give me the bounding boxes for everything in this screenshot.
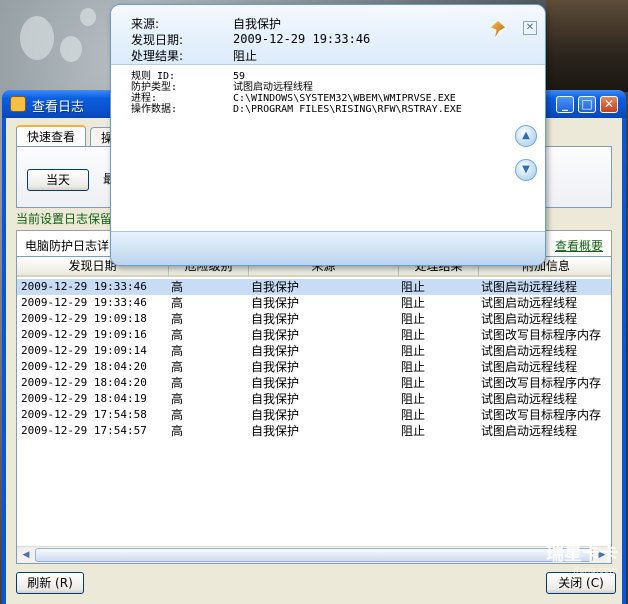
table-row[interactable]: 2009-12-29 17:54:57 高 自我保护 阻止 试图启动远程线程	[17, 423, 611, 439]
cell-source: 自我保护	[251, 328, 300, 342]
rule-id-label: 规则 ID:	[131, 71, 176, 82]
cell-extra-info: 试图启动远程线程	[481, 360, 578, 374]
cell-extra-info: 试图启动远程线程	[481, 392, 578, 406]
cell-risk-level: 高	[171, 360, 184, 374]
cell-date: 2009-12-29 19:09:16	[21, 328, 147, 341]
cell-source: 自我保护	[251, 408, 300, 422]
cell-result: 阻止	[401, 328, 426, 342]
operation-data-label: 操作数据:	[131, 104, 178, 115]
table-row[interactable]: 2009-12-29 19:33:46 高 自我保护 阻止 试图启动远程线程	[17, 279, 611, 295]
table-row[interactable]: 2009-12-29 19:09:14 高 自我保护 阻止 试图启动远程线程	[17, 343, 611, 359]
chevron-down-icon[interactable]: ▼	[515, 159, 537, 181]
cell-date: 2009-12-29 19:33:46	[21, 296, 147, 309]
source-label: 来源:	[131, 17, 160, 31]
window-title: 查看日志	[32, 100, 85, 115]
cell-risk-level: 高	[171, 296, 184, 310]
cell-extra-info: 试图改写目标程序内存	[481, 328, 602, 342]
wallpaper-right-area	[546, 0, 628, 92]
cell-extra-info: 试图启动远程线程	[481, 312, 578, 326]
cell-risk-level: 高	[171, 344, 184, 358]
cell-source: 自我保护	[251, 280, 300, 294]
rule-id-value: 59	[233, 71, 246, 82]
cell-result: 阻止	[401, 296, 426, 310]
operation-data-value: D:\PROGRAM FILES\RISING\RFW\RSTRAY.EXE	[233, 104, 462, 115]
table-row[interactable]: 2009-12-29 17:54:58 高 自我保护 阻止 试图改写目标程序内存	[17, 407, 611, 423]
table-row[interactable]: 2009-12-29 18:04:20 高 自我保护 阻止 试图启动远程线程	[17, 359, 611, 375]
watermark-sub: ifeng.com	[573, 566, 618, 576]
cell-result: 阻止	[401, 392, 426, 406]
scroll-left-icon[interactable]: ◀	[19, 549, 33, 562]
protection-type-value: 试图启动远程线程	[233, 82, 313, 93]
cell-result: 阻止	[401, 360, 426, 374]
chevron-up-icon[interactable]: ▲	[515, 125, 537, 147]
today-button[interactable]: 当天	[27, 169, 89, 191]
cell-date: 2009-12-29 18:04:20	[21, 360, 147, 373]
cell-result: 阻止	[401, 280, 426, 294]
tab-quick-view[interactable]: 快速查看	[16, 125, 87, 147]
date-value: 2009-12-29 19:33:46	[233, 32, 371, 46]
cell-result: 阻止	[401, 424, 426, 438]
table-row[interactable]: 2009-12-29 18:04:19 高 自我保护 阻止 试图启动远程线程	[17, 391, 611, 407]
cell-source: 自我保护	[251, 424, 300, 438]
source-value: 自我保护	[233, 17, 282, 31]
cell-risk-level: 高	[171, 328, 184, 342]
cell-risk-level: 高	[171, 376, 184, 390]
log-detail-popup: 来源: 自我保护 发现日期: 2009-12-29 19:33:46 处理结果:…	[110, 4, 546, 266]
cell-extra-info: 试图启动远程线程	[481, 424, 578, 438]
cell-date: 2009-12-29 19:33:46	[21, 280, 147, 293]
cell-date: 2009-12-29 17:54:57	[21, 424, 147, 437]
table-row[interactable]: 2009-12-29 19:09:16 高 自我保护 阻止 试图改写目标程序内存	[17, 327, 611, 343]
pin-icon[interactable]	[491, 21, 505, 37]
rising-app-icon	[10, 96, 26, 112]
retention-text: 当前设置日志保留	[16, 212, 113, 226]
popup-footer	[111, 231, 545, 265]
refresh-button[interactable]: 刷新 (R)	[16, 572, 84, 594]
window-close-button[interactable]: ✕	[600, 96, 618, 113]
cell-source: 自我保护	[251, 296, 300, 310]
cell-source: 自我保护	[251, 392, 300, 406]
log-table: 发现日期 危险级别 来源 处理结果 附加信息 2009-12-29 19:33:…	[16, 256, 612, 564]
watermark-text: 瑞星卡卡	[546, 544, 618, 565]
cell-source: 自我保护	[251, 360, 300, 374]
cell-extra-info: 试图启动远程线程	[481, 296, 578, 310]
cell-risk-level: 高	[171, 408, 184, 422]
cell-risk-level: 高	[171, 392, 184, 406]
cell-source: 自我保护	[251, 312, 300, 326]
cell-risk-level: 高	[171, 424, 184, 438]
cell-result: 阻止	[401, 312, 426, 326]
maximize-button[interactable]: □	[578, 96, 596, 113]
close-icon[interactable]: ✕	[523, 21, 537, 35]
cell-extra-info: 试图启动远程线程	[481, 280, 578, 294]
cell-date: 2009-12-29 18:04:20	[21, 376, 147, 389]
cell-extra-info: 试图改写目标程序内存	[481, 376, 602, 390]
cell-result: 阻止	[401, 376, 426, 390]
date-label: 发现日期:	[131, 33, 184, 47]
result-label: 处理结果:	[131, 49, 184, 63]
cell-extra-info: 试图改写目标程序内存	[481, 408, 602, 422]
result-value: 阻止	[233, 49, 258, 63]
cell-date: 2009-12-29 19:09:18	[21, 312, 147, 325]
view-overview-link[interactable]: 查看概要	[555, 237, 603, 254]
process-label: 进程:	[131, 93, 158, 104]
table-row[interactable]: 2009-12-29 19:09:18 高 自我保护 阻止 试图启动远程线程	[17, 311, 611, 327]
cell-extra-info: 试图启动远程线程	[481, 344, 578, 358]
cell-date: 2009-12-29 19:09:14	[21, 344, 147, 357]
cell-date: 2009-12-29 17:54:58	[21, 408, 147, 421]
cell-result: 阻止	[401, 408, 426, 422]
cell-source: 自我保护	[251, 376, 300, 390]
cell-risk-level: 高	[171, 312, 184, 326]
watermark: 瑞星卡卡 ifeng.com	[500, 540, 628, 604]
table-row[interactable]: 2009-12-29 19:33:46 高 自我保护 阻止 试图启动远程线程	[17, 295, 611, 311]
cell-date: 2009-12-29 18:04:19	[21, 392, 147, 405]
minimize-button[interactable]: _	[556, 96, 574, 113]
protection-type-label: 防护类型:	[131, 82, 178, 93]
group-title: 电脑防护日志详	[25, 239, 110, 253]
cell-result: 阻止	[401, 344, 426, 358]
process-value: C:\WINDOWS\SYSTEM32\WBEM\WMIPRVSE.EXE	[233, 93, 456, 104]
table-row[interactable]: 2009-12-29 18:04:20 高 自我保护 阻止 试图改写目标程序内存	[17, 375, 611, 391]
cell-risk-level: 高	[171, 280, 184, 294]
cell-source: 自我保护	[251, 344, 300, 358]
popup-summary: 来源: 自我保护 发现日期: 2009-12-29 19:33:46 处理结果:…	[111, 5, 545, 65]
